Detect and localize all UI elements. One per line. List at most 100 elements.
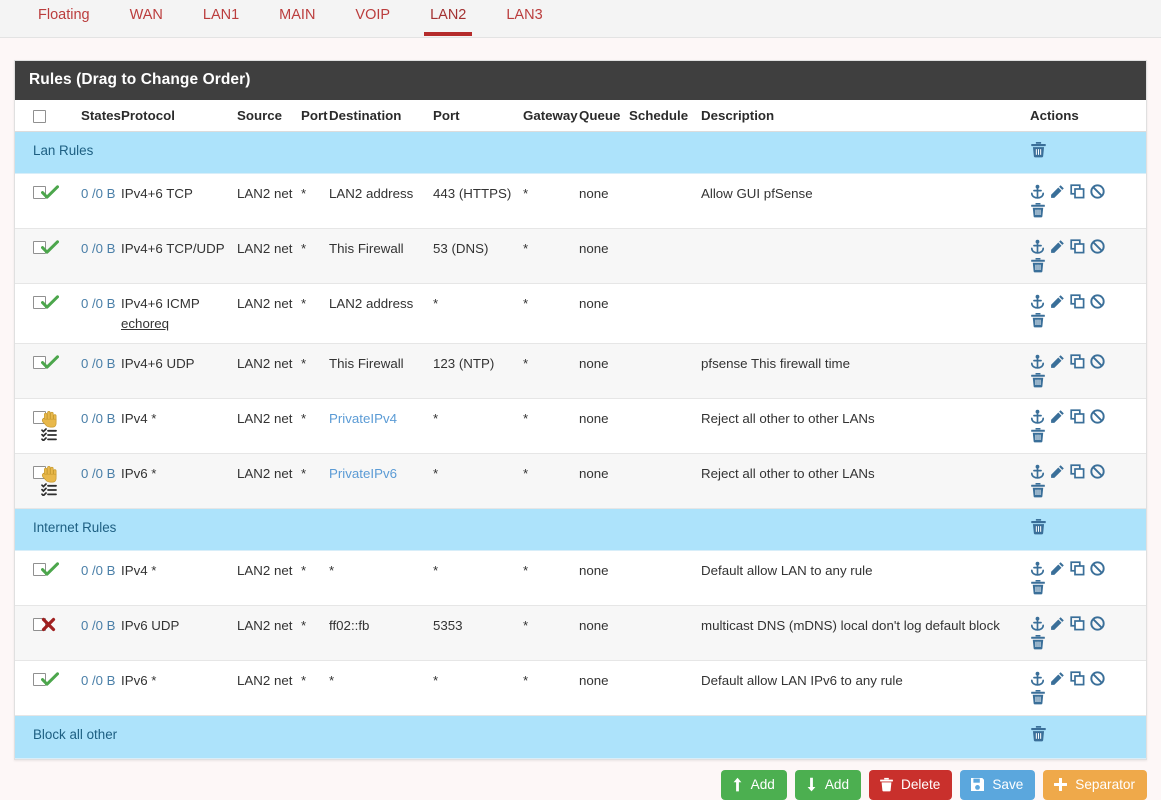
trash-delete-icon[interactable] <box>1030 689 1048 705</box>
row-select-checkbox-cell[interactable] <box>15 228 46 285</box>
select-all-checkbox-header[interactable] <box>15 100 46 132</box>
table-row[interactable]: 0 /0 B IPv4+6 ICMP echoreq LAN2 net * LAN2 ad… <box>15 283 1146 344</box>
ban-disable-icon[interactable] <box>1090 239 1107 255</box>
copy-duplicate-icon[interactable] <box>1070 464 1087 479</box>
tab-main[interactable]: MAIN <box>259 0 335 30</box>
states-link[interactable]: 0 /0 B <box>81 563 115 578</box>
row-select-checkbox-cell[interactable] <box>15 550 46 607</box>
table-row[interactable]: 0 /0 B IPv4+6 UDP LAN2 net * This Firewall 12… <box>15 343 1146 399</box>
row-select-checkbox-cell[interactable] <box>15 660 46 717</box>
copy-duplicate-icon[interactable] <box>1070 184 1087 199</box>
pencil-edit-icon[interactable] <box>1050 354 1067 369</box>
delete-button[interactable]: Delete <box>869 769 953 800</box>
states-link[interactable]: 0 /0 B <box>81 356 115 371</box>
states-link[interactable]: 0 /0 B <box>81 618 115 633</box>
add-rule-bottom-button[interactable]: Add <box>794 769 862 800</box>
tab-lan1[interactable]: LAN1 <box>183 0 259 30</box>
separator-button[interactable]: Separator <box>1043 769 1147 800</box>
trash-delete-icon[interactable] <box>1030 579 1048 595</box>
ban-disable-icon[interactable] <box>1090 354 1107 369</box>
states-link[interactable]: 0 /0 B <box>81 241 115 256</box>
pencil-edit-icon[interactable] <box>1050 409 1067 424</box>
rule-destination-cell[interactable]: PrivateIPv4 <box>329 398 433 454</box>
anchor-icon[interactable] <box>1030 184 1047 200</box>
table-row[interactable]: 0 /0 B IPv6 * LAN2 net * * * * none Default allo… <box>15 660 1146 717</box>
anchor-icon[interactable] <box>1030 616 1047 632</box>
add-rule-top-button[interactable]: Add <box>720 769 787 800</box>
rule-states-cell[interactable]: 0 /0 B <box>81 343 121 399</box>
rule-states-cell[interactable]: 0 /0 B <box>81 453 121 509</box>
trash-delete-icon[interactable] <box>1030 142 1047 161</box>
tab-wan[interactable]: WAN <box>110 0 183 30</box>
rule-states-cell[interactable]: 0 /0 B <box>81 173 121 230</box>
pencil-edit-icon[interactable] <box>1050 561 1067 576</box>
pencil-edit-icon[interactable] <box>1050 184 1067 199</box>
rule-states-cell[interactable]: 0 /0 B <box>81 605 121 662</box>
trash-delete-icon[interactable] <box>1030 518 1047 538</box>
tab-lan2[interactable]: LAN2 <box>410 0 486 36</box>
ban-disable-icon[interactable] <box>1090 294 1107 310</box>
copy-duplicate-icon[interactable] <box>1070 294 1087 309</box>
row-select-checkbox-cell[interactable] <box>15 283 46 344</box>
anchor-icon[interactable] <box>1030 239 1047 255</box>
row-select-checkbox-cell[interactable] <box>15 173 46 230</box>
ban-disable-icon[interactable] <box>1090 561 1107 577</box>
row-select-checkbox-cell[interactable] <box>15 453 46 509</box>
pencil-edit-icon[interactable] <box>1050 616 1067 631</box>
trash-delete-icon[interactable] <box>1030 372 1048 388</box>
tab-lan3[interactable]: LAN3 <box>486 0 562 30</box>
trash-delete-icon[interactable] <box>1030 202 1048 218</box>
copy-duplicate-icon[interactable] <box>1070 354 1087 369</box>
anchor-icon[interactable] <box>1030 294 1047 310</box>
save-button[interactable]: Save <box>960 769 1036 800</box>
table-row[interactable]: 0 /0 B IPv4+6 TCP LAN2 net * LAN2 address 443… <box>15 173 1146 230</box>
copy-duplicate-icon[interactable] <box>1070 616 1087 631</box>
destination-alias-link[interactable]: PrivateIPv4 <box>329 411 397 426</box>
table-row[interactable]: 0 /0 B IPv4 * LAN2 net * * * * none Default allo… <box>15 550 1146 607</box>
pencil-edit-icon[interactable] <box>1050 294 1067 309</box>
states-link[interactable]: 0 /0 B <box>81 673 115 688</box>
row-select-checkbox-cell[interactable] <box>15 605 46 662</box>
pencil-edit-icon[interactable] <box>1050 671 1067 686</box>
rule-states-cell[interactable]: 0 /0 B <box>81 398 121 454</box>
states-link[interactable]: 0 /0 B <box>81 411 115 426</box>
rule-states-cell[interactable]: 0 /0 B <box>81 660 121 717</box>
anchor-icon[interactable] <box>1030 464 1047 479</box>
tab-voip[interactable]: VOIP <box>335 0 410 30</box>
rule-states-cell[interactable]: 0 /0 B <box>81 550 121 607</box>
anchor-icon[interactable] <box>1030 409 1047 424</box>
rule-states-cell[interactable]: 0 /0 B <box>81 228 121 285</box>
table-row[interactable]: 0 /0 B IPv6 * LAN2 net * PrivateIPv6 * * none Re… <box>15 453 1146 509</box>
trash-delete-icon[interactable] <box>1030 482 1048 498</box>
states-link[interactable]: 0 /0 B <box>81 466 115 481</box>
copy-duplicate-icon[interactable] <box>1070 671 1087 686</box>
trash-delete-icon[interactable] <box>1030 634 1048 650</box>
copy-duplicate-icon[interactable] <box>1070 239 1087 254</box>
trash-delete-icon[interactable] <box>1030 312 1048 328</box>
ban-disable-icon[interactable] <box>1090 184 1107 200</box>
anchor-icon[interactable] <box>1030 561 1047 577</box>
table-row[interactable]: 0 /0 B IPv4+6 TCP/UDP LAN2 net * This Firewa… <box>15 228 1146 285</box>
ban-disable-icon[interactable] <box>1090 616 1107 632</box>
destination-alias-link[interactable]: PrivateIPv6 <box>329 466 397 481</box>
rule-states-cell[interactable]: 0 /0 B <box>81 283 121 344</box>
table-row[interactable]: 0 /0 B IPv6 UDP LAN2 net * ff02::fb 5353 * none… <box>15 605 1146 662</box>
pencil-edit-icon[interactable] <box>1050 239 1067 254</box>
row-select-checkbox-cell[interactable] <box>15 398 46 454</box>
anchor-icon[interactable] <box>1030 354 1047 369</box>
trash-delete-icon[interactable] <box>1030 257 1048 273</box>
row-select-checkbox-cell[interactable] <box>15 343 46 399</box>
pencil-edit-icon[interactable] <box>1050 464 1067 479</box>
ban-disable-icon[interactable] <box>1090 671 1107 687</box>
states-link[interactable]: 0 /0 B <box>81 296 115 311</box>
ban-disable-icon[interactable] <box>1090 409 1107 424</box>
trash-delete-icon[interactable] <box>1030 427 1048 443</box>
tab-floating[interactable]: Floating <box>18 0 110 30</box>
copy-duplicate-icon[interactable] <box>1070 561 1087 576</box>
trash-delete-icon[interactable] <box>1030 726 1047 745</box>
select-all-checkbox[interactable] <box>33 110 46 123</box>
table-row[interactable]: 0 /0 B IPv4 * LAN2 net * PrivateIPv4 * * none Re… <box>15 398 1146 454</box>
rule-destination-cell[interactable]: PrivateIPv6 <box>329 453 433 509</box>
states-link[interactable]: 0 /0 B <box>81 186 115 201</box>
ban-disable-icon[interactable] <box>1090 464 1107 479</box>
